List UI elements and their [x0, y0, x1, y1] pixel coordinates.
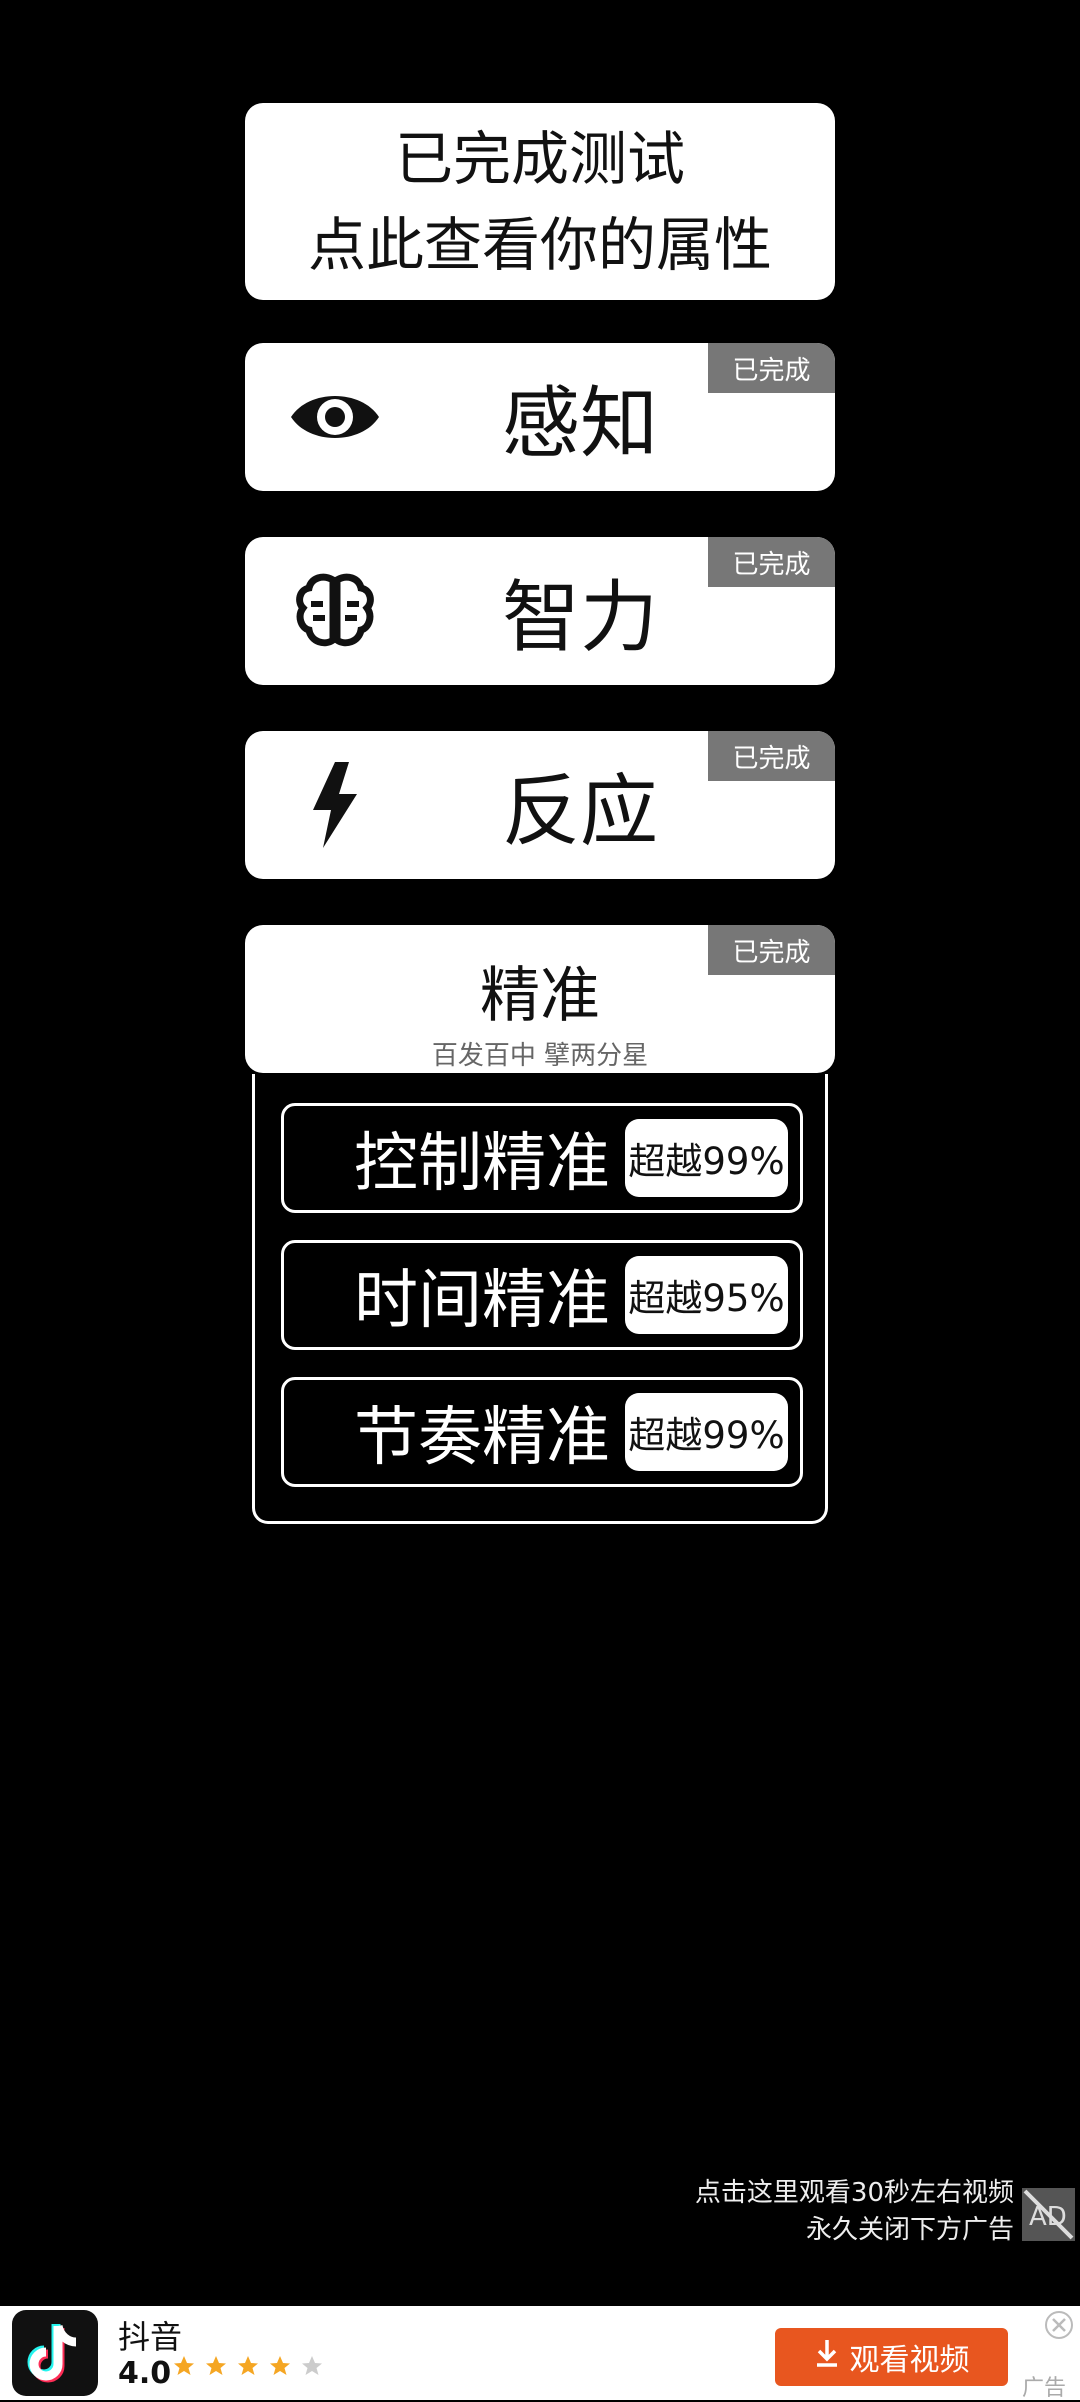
star-icon [174, 2356, 194, 2375]
precision-row-timing: 时间精准 超越95% [281, 1240, 803, 1350]
watch-video-label: 观看视频 [849, 2343, 970, 2378]
attribute-card-intelligence[interactable]: 智力 已完成 [245, 537, 835, 685]
completed-badge: 已完成 [708, 343, 835, 393]
summary-line-1: 已完成测试 [394, 124, 685, 193]
app-logo-icon [12, 2310, 98, 2396]
row-label: 控制精准 [354, 1127, 610, 1201]
precision-detail-panel: 控制精准 超越99% 时间精准 超越95% 节奏精准 超越99% [252, 1074, 828, 1524]
remove-ad-line-2: 永久关闭下方广告 [805, 2215, 1014, 2245]
row-label: 节奏精准 [354, 1401, 610, 1475]
percentile-pill: 超越95% [625, 1256, 788, 1334]
star-icon [206, 2356, 226, 2375]
star-icon [302, 2356, 322, 2375]
attribute-card-precision[interactable]: 精准 百发百中 擘两分星 已完成 [245, 925, 835, 1073]
precision-row-rhythm: 节奏精准 超越99% [281, 1377, 803, 1487]
completed-badge: 已完成 [708, 925, 835, 975]
attribute-card-reaction[interactable]: 反应 已完成 [245, 731, 835, 879]
remove-ad-hint[interactable]: 点击这里观看30秒左右视频 永久关闭下方广告 [695, 2175, 1014, 2249]
rating-stars [172, 2354, 324, 2378]
app-rating: 4.0 [118, 2356, 172, 2391]
close-icon[interactable] [1044, 2310, 1074, 2340]
completed-badge: 已完成 [708, 731, 835, 781]
no-ad-icon[interactable]: AD [1021, 2187, 1076, 2242]
watch-video-button[interactable]: 观看视频 [775, 2328, 1008, 2386]
attribute-card-perception[interactable]: 感知 已完成 [245, 343, 835, 491]
percentile-pill: 超越99% [625, 1119, 788, 1197]
star-icon [238, 2356, 258, 2375]
ad-tag: 广告 [1021, 2376, 1066, 2401]
percentile-pill: 超越99% [625, 1393, 788, 1471]
completed-badge: 已完成 [708, 537, 835, 587]
star-icon [270, 2356, 290, 2375]
test-complete-card[interactable]: 已完成测试 点此查看你的属性 [245, 103, 835, 300]
app-name: 抖音 [118, 2318, 183, 2356]
precision-row-control: 控制精准 超越99% [281, 1103, 803, 1213]
download-icon [814, 2338, 840, 2376]
summary-line-2: 点此查看你的属性 [307, 210, 772, 279]
precision-subtitle: 百发百中 擘两分星 [431, 1041, 649, 1071]
ad-banner[interactable]: 抖音 4.0 观看视频 广告 [0, 2306, 1080, 2401]
remove-ad-line-1: 点击这里观看30秒左右视频 [694, 2178, 1014, 2208]
row-label: 时间精准 [354, 1264, 610, 1338]
